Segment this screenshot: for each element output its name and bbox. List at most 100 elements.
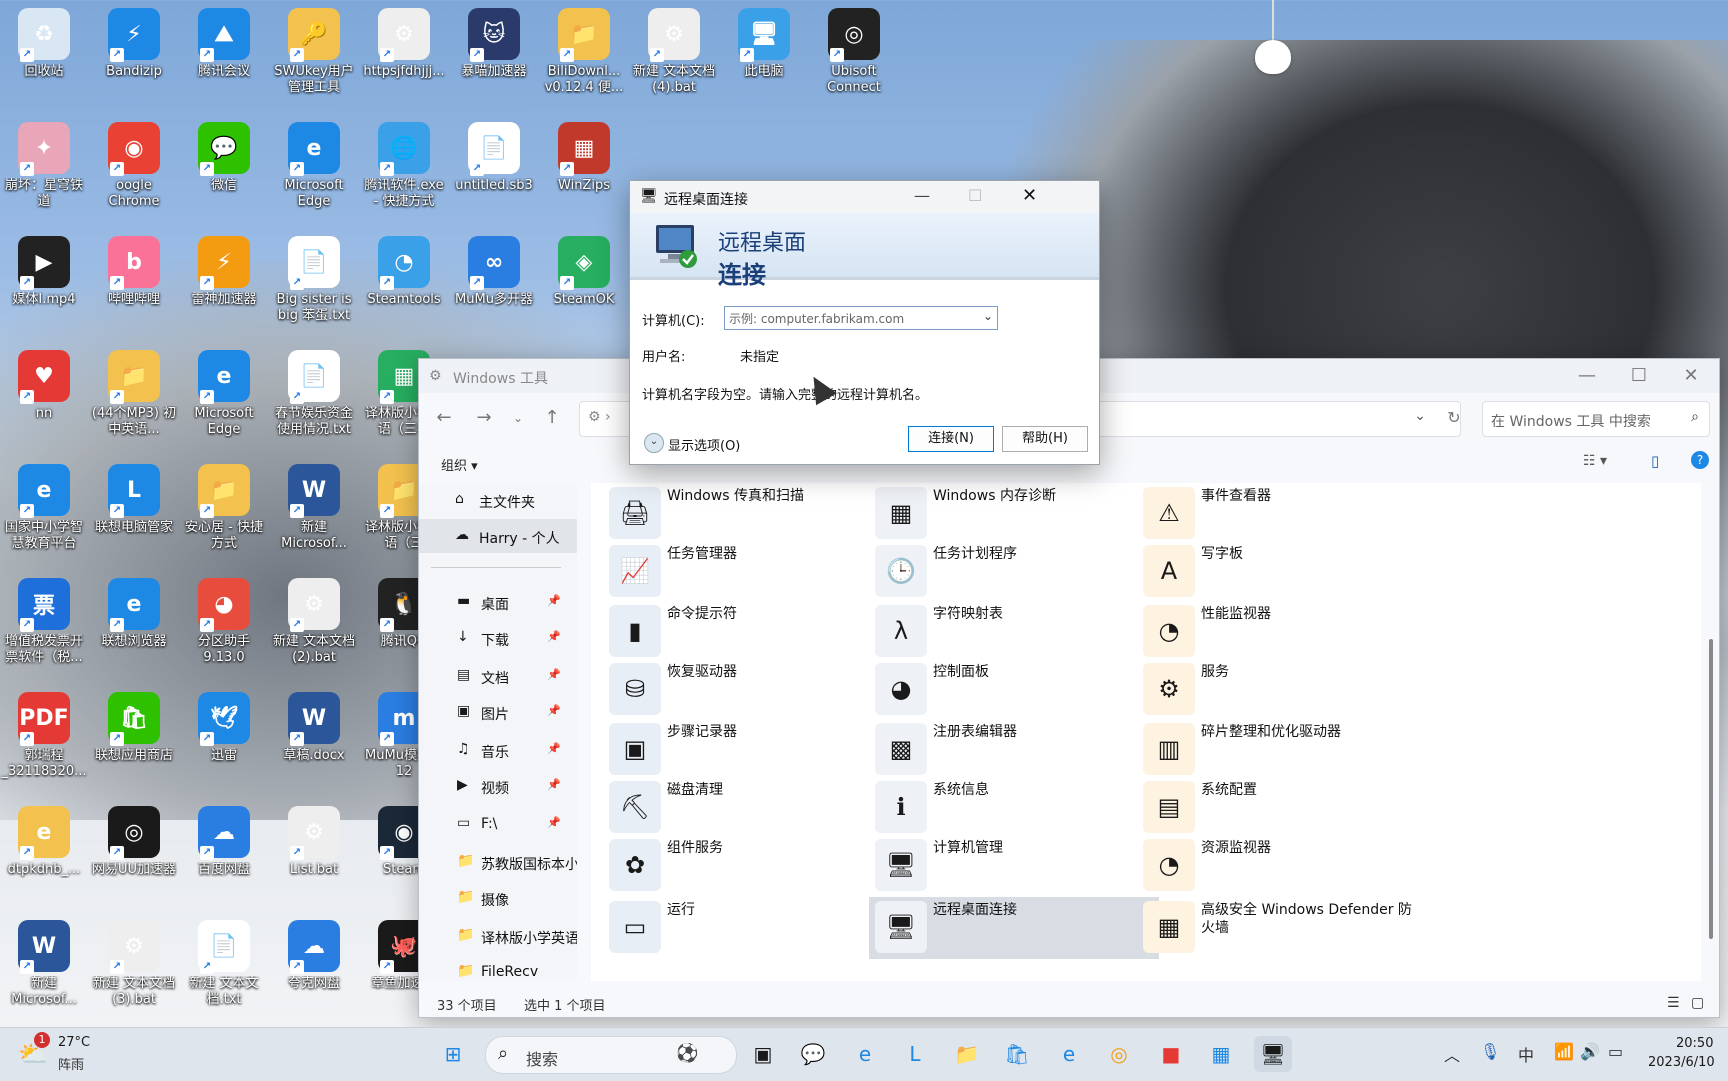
desktop-icon[interactable]: W ↗ 草稿.docx [270,686,358,796]
tool-item[interactable]: 🖥 远程桌面连接 [869,897,1159,959]
explorer-search-input[interactable]: 在 Windows 工具 中搜索 ⌕ [1482,401,1710,437]
desktop-icon[interactable]: ⛰ ↗ 腾讯会议 [180,2,268,112]
desktop-icon[interactable]: ▶ ↗ 媒体I.mp4 [0,230,88,340]
tool-item[interactable]: ▥ 碎片整理和优化驱动器 [1137,719,1427,781]
tool-item[interactable]: ▩ 注册表编辑器 [869,719,1159,781]
computer-combobox[interactable]: 示例: computer.fabrikam.com ⌄ [724,306,998,330]
control-panel-icon[interactable]: ▦ [1202,1036,1240,1072]
volume-icon[interactable]: 🔊 [1580,1042,1600,1061]
combo-chevron-icon[interactable]: ⌄ [983,309,993,323]
rdp-titlebar[interactable]: 🖥 远程桌面连接 — ☐ ✕ [630,181,1099,213]
preview-pane-icon[interactable]: ▯ [1651,452,1659,470]
sidebar-item[interactable]: 📁 FileRecv [419,955,577,981]
desktop-icon[interactable]: ⚙ ↗ 新建 文本文档 (4).bat [630,2,718,112]
clock-date[interactable]: 2023/6/10 [1648,1055,1715,1070]
tool-item[interactable]: ◔ 资源监视器 [1137,835,1427,897]
desktop-icon[interactable]: ◎ ↗ Ubisoft Connect [810,2,898,112]
sidebar-item[interactable]: ▤ 文档 📌 [419,659,577,693]
tiles-view-icon[interactable]: ▢ [1691,995,1704,1011]
organize-menu[interactable]: 组织 ▾ [441,455,478,474]
desktop-icon[interactable]: 🌐 ↗ 腾讯软件.exe - 快捷方式 [360,116,448,226]
desktop-icon[interactable]: ◈ ↗ SteamOK [540,230,628,340]
desktop-icon[interactable]: 📁 ↗ (44个MP3) 初中英语... [90,344,178,454]
battery-icon[interactable]: ▭ [1608,1042,1623,1061]
taskbar-search[interactable]: ⌕ 搜索 ⚽ [485,1036,737,1074]
edge-icon[interactable]: e [846,1036,884,1072]
desktop-icon[interactable]: ∞ ↗ MuMu多开器 [450,230,538,340]
desktop-icon[interactable]: ☁ ↗ 夸克网盘 [270,914,358,1024]
tool-item[interactable]: 📈 任务管理器 [603,541,893,603]
desktop-icon[interactable]: 🕊 ↗ 迅雷 [180,686,268,796]
desktop-icon[interactable]: 💬 ↗ 微信 [180,116,268,226]
tool-item[interactable]: ◔ 性能监视器 [1137,601,1427,663]
wifi-icon[interactable]: 📶 [1554,1042,1574,1061]
desktop-icon[interactable]: 📄 ↗ 春节娱乐资金使用情况.txt [270,344,358,454]
desktop-icon[interactable]: 🔑 ↗ SWUkey用户管理工具 [270,2,358,112]
tool-item[interactable]: 🕒 任务计划程序 [869,541,1159,603]
tool-item[interactable]: ▮ 命令提示符 [603,601,893,663]
tool-item[interactable]: ▭ 运行 [603,897,893,959]
rdp-close-button[interactable]: ✕ [1022,185,1037,206]
tray-overflow-icon[interactable]: ︿ [1444,1042,1460,1066]
content-scrollbar[interactable] [1709,639,1713,939]
desktop-icon[interactable]: ⚡ ↗ Bandizip [90,2,178,112]
desktop-icon[interactable]: L ↗ 联想电脑管家 [90,458,178,568]
tool-item[interactable]: ▦ 高级安全 Windows Defender 防火墙 [1137,897,1427,959]
tool-item[interactable]: ⛏ 磁盘清理 [603,777,893,839]
desktop-icon[interactable]: 票 ↗ 增值税发票开票软件（税... [0,572,88,682]
sidebar-item[interactable]: ▬ 桌面 📌 [419,585,577,619]
weather-desc[interactable]: 阵雨 [58,1054,84,1073]
start-button[interactable]: ⊞ [434,1036,472,1072]
desktop-icon[interactable]: ✦ ↗ 崩坏：星穹铁道 [0,116,88,226]
desktop-icon[interactable]: ◎ ↗ 网易UU加速器 [90,800,178,910]
sidebar-item[interactable]: ▣ 图片 📌 [419,695,577,729]
desktop-icon[interactable]: 📄 ↗ 新建 文本文档.txt [180,914,268,1024]
ime-indicator[interactable]: 中 [1518,1042,1534,1066]
help-icon[interactable]: ? [1691,451,1709,469]
desktop-icon[interactable]: e ↗ dtpkdnb_... [0,800,88,910]
tool-item[interactable]: A 写字板 [1137,541,1427,603]
close-button[interactable]: ✕ [1665,359,1717,393]
show-options-chevron-icon[interactable]: ⌄ [644,433,664,453]
rdp-minimize-button[interactable]: — [914,186,930,205]
sidebar-item[interactable]: 📁 译林版小学英语 [419,919,577,953]
weather-temp[interactable]: 27°C [58,1035,90,1050]
desktop-icon[interactable]: 📄 ↗ Big sister is big 苯蛋.txt [270,230,358,340]
desktop-icon[interactable]: e ↗ Microsoft Edge [270,116,358,226]
address-chevron-icon[interactable]: ⌄ [1414,408,1426,424]
sidebar-item[interactable]: ♫ 音乐 📌 [419,733,577,767]
desktop-icon[interactable]: ◉ ↗ oogle Chrome [90,116,178,226]
desktop-icon[interactable]: ⚙ ↗ List.bat [270,800,358,910]
remote-desktop-dialog[interactable]: 🖥 远程桌面连接 — ☐ ✕ 远程桌面 连接 计算机(C): 示例: compu… [629,180,1100,465]
desktop-icon[interactable]: ▦ ↗ WinZips [540,116,628,226]
desktop-icon[interactable]: e ↗ Microsoft Edge [180,344,268,454]
sidebar-item[interactable]: 📁 苏教版国标本小 [419,845,577,879]
up-arrow-icon[interactable]: ↑ [537,405,567,431]
sidebar-item[interactable]: ↓ 下载 📌 [419,621,577,655]
desktop-icon[interactable]: b ↗ 哔哩哔哩 [90,230,178,340]
desktop-icon[interactable]: ♻ ↗ 回收站 [0,2,88,112]
desktop-icon[interactable]: 🖥 ↗ 此电脑 [720,2,808,112]
desktop-icon[interactable]: ⚙ ↗ httpsjfdhjjj... [360,2,448,112]
recent-chevron-icon[interactable]: ⌄ [503,405,533,431]
tool-item[interactable]: ▣ 步骤记录器 [603,719,893,781]
store-icon[interactable]: 🛍 [998,1036,1036,1072]
connect-button[interactable]: 连接(N) [908,426,994,452]
maximize-button[interactable]: ☐ [1613,359,1665,393]
tool-item[interactable]: ◕ 控制面板 [869,659,1159,721]
desktop-icon[interactable]: 📁 ↗ 安心居 - 快捷方式 [180,458,268,568]
forward-arrow-icon[interactable]: → [469,405,499,431]
desktop-icon[interactable]: ⚡ ↗ 雷神加速器 [180,230,268,340]
desktop-icon[interactable]: 📄 ↗ untitled.sb3 [450,116,538,226]
clock-time[interactable]: 20:50 [1676,1036,1713,1051]
sidebar-item[interactable]: ☁ Harry - 个人 [419,519,577,553]
back-arrow-icon[interactable]: ← [429,405,459,431]
tool-item[interactable]: ⛁ 恢复驱动器 [603,659,893,721]
desktop-icon[interactable]: ◔ ↗ Steamtools [360,230,448,340]
view-options-icon[interactable]: ☷ ▾ [1583,453,1607,469]
tool-item[interactable]: ℹ 系统信息 [869,777,1159,839]
desktop-icon[interactable]: e ↗ 国家中小学智慧教育平台 [0,458,88,568]
details-view-icon[interactable]: ☰ [1667,995,1680,1011]
desktop-icon[interactable]: e ↗ 联想浏览器 [90,572,178,682]
file-explorer-icon[interactable]: 📁 [948,1036,986,1072]
